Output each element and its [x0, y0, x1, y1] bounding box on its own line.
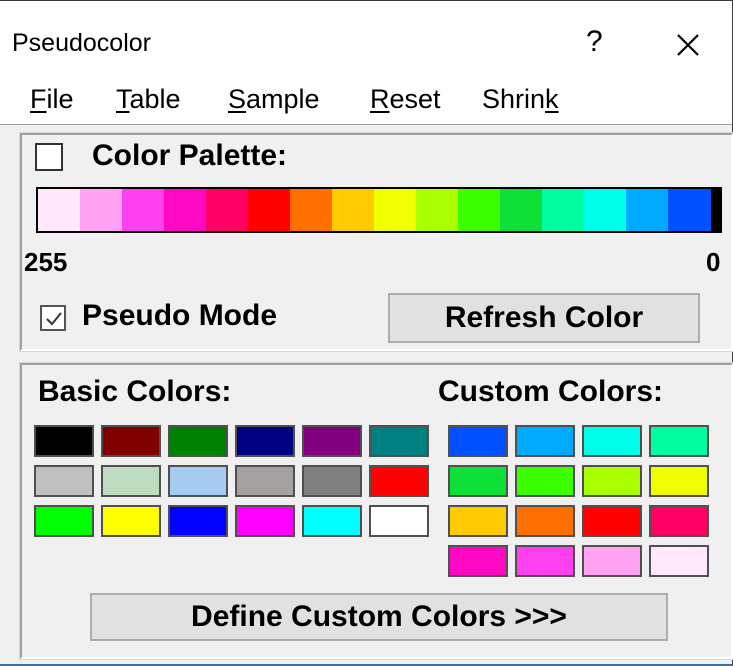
help-button[interactable]: ?: [586, 25, 603, 59]
color-palette-label: Color Palette:: [92, 139, 288, 172]
palette-segment: [248, 189, 291, 231]
basic-color-swatch[interactable]: [34, 465, 94, 497]
custom-color-swatch[interactable]: [649, 505, 709, 537]
basic-color-swatch[interactable]: [101, 465, 161, 497]
basic-color-swatch[interactable]: [302, 505, 362, 537]
custom-color-swatch[interactable]: [649, 425, 709, 457]
pseudocolor-window: Pseudocolor ? File Table Sample Reset Shrink…: [0, 0, 733, 666]
palette-segment: [80, 189, 123, 231]
palette-segment: [416, 189, 459, 231]
palette-segment: [374, 189, 417, 231]
basic-color-swatch[interactable]: [34, 425, 94, 457]
palette-max-label: 255: [24, 247, 68, 277]
close-icon[interactable]: [668, 25, 708, 65]
menu-bar: File Table Sample Reset Shrink: [0, 76, 732, 125]
basic-color-swatch[interactable]: [235, 425, 295, 457]
basic-color-swatch[interactable]: [168, 465, 228, 497]
palette-segment: [500, 189, 543, 231]
palette-segment: [584, 189, 627, 231]
custom-color-swatch[interactable]: [448, 425, 508, 457]
basic-color-swatch[interactable]: [235, 505, 295, 537]
basic-color-swatch[interactable]: [369, 425, 429, 457]
basic-color-swatch[interactable]: [101, 425, 161, 457]
basic-colors-label: Basic Colors:: [38, 375, 232, 408]
palette-segment: [122, 189, 165, 231]
window-title: Pseudocolor: [12, 29, 151, 57]
color-palette-checkbox[interactable]: [35, 143, 63, 171]
palette-segment: [290, 189, 333, 231]
title-bar: Pseudocolor ?: [0, 1, 732, 76]
color-palette-bar[interactable]: [36, 187, 722, 233]
custom-color-swatch[interactable]: [582, 465, 642, 497]
custom-color-swatch[interactable]: [649, 465, 709, 497]
custom-color-swatch[interactable]: [515, 505, 575, 537]
custom-color-swatch[interactable]: [515, 425, 575, 457]
custom-color-swatch[interactable]: [515, 545, 575, 577]
custom-color-swatch[interactable]: [448, 545, 508, 577]
menu-item-file[interactable]: File: [30, 84, 74, 115]
custom-color-swatch[interactable]: [448, 465, 508, 497]
palette-segment: [458, 189, 501, 231]
basic-color-swatch[interactable]: [168, 425, 228, 457]
palette-segment: [542, 189, 585, 231]
basic-color-swatch[interactable]: [34, 505, 94, 537]
palette-segment: [206, 189, 249, 231]
custom-color-swatch[interactable]: [448, 505, 508, 537]
basic-color-swatch[interactable]: [101, 505, 161, 537]
basic-color-swatch[interactable]: [302, 465, 362, 497]
palette-segment: [626, 189, 669, 231]
menu-item-reset[interactable]: Reset: [370, 84, 441, 115]
palette-segment: [38, 189, 81, 231]
palette-min-label: 0: [706, 247, 721, 277]
pseudo-mode-checkbox[interactable]: [40, 305, 66, 331]
checkmark-icon: [46, 312, 62, 326]
palette-segment: [332, 189, 375, 231]
basic-color-swatch[interactable]: [369, 505, 429, 537]
define-custom-colors-button[interactable]: Define Custom Colors >>>: [90, 593, 668, 641]
custom-color-swatch[interactable]: [582, 425, 642, 457]
refresh-color-button[interactable]: Refresh Color: [388, 293, 700, 343]
custom-color-swatch[interactable]: [582, 505, 642, 537]
basic-color-swatch[interactable]: [302, 425, 362, 457]
palette-segment: [164, 189, 207, 231]
basic-color-swatch[interactable]: [369, 465, 429, 497]
basic-color-swatch[interactable]: [235, 465, 295, 497]
custom-color-swatch[interactable]: [515, 465, 575, 497]
pseudo-mode-label: Pseudo Mode: [82, 299, 278, 332]
custom-color-swatch[interactable]: [649, 545, 709, 577]
palette-segment: [668, 189, 711, 231]
custom-color-swatch[interactable]: [582, 545, 642, 577]
custom-colors-label: Custom Colors:: [438, 375, 663, 408]
menu-item-table[interactable]: Table: [116, 84, 181, 115]
basic-color-swatch[interactable]: [168, 505, 228, 537]
menu-item-sample[interactable]: Sample: [228, 84, 320, 115]
menu-item-shrink[interactable]: Shrink: [482, 84, 559, 115]
